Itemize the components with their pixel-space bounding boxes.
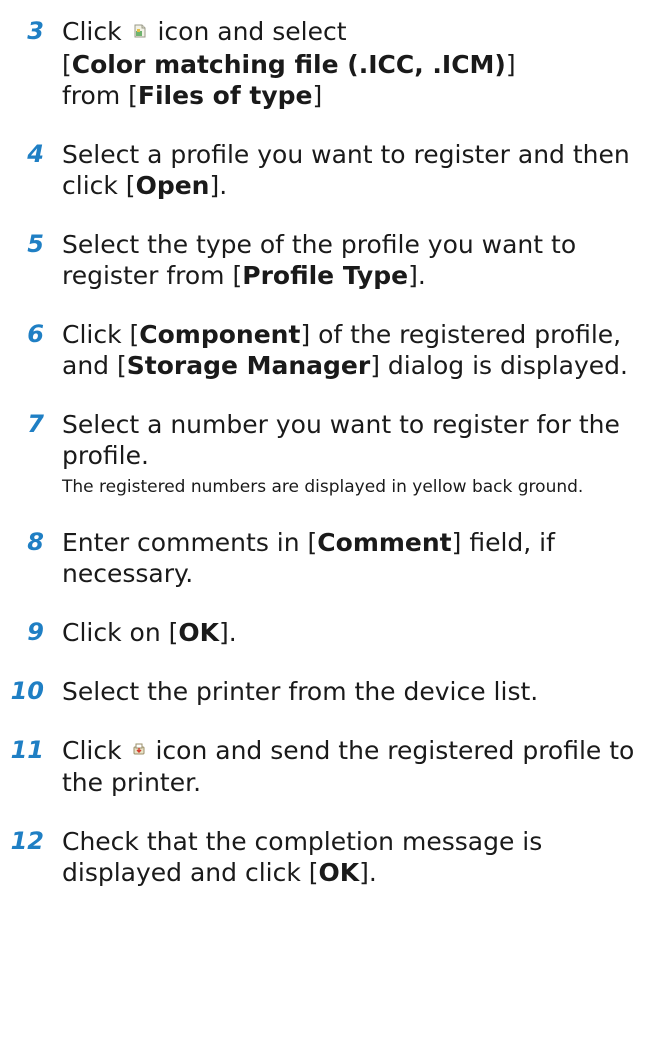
step-number: 7	[27, 409, 44, 438]
step-text: Select a profile you want to register an…	[62, 139, 630, 200]
send-to-printer-icon	[132, 733, 146, 764]
instruction-steps: 3 Click icon and select [Color matching f…	[0, 16, 672, 916]
step-11: 11 Click icon and send the registered pr…	[0, 735, 672, 799]
step-text: Click on [OK].	[62, 617, 237, 647]
step-text: Enter comments in [Comment] field, if ne…	[62, 527, 555, 588]
step-text: Click icon and send the registered profi…	[62, 735, 664, 799]
step-text: Check that the completion message is dis…	[62, 827, 543, 887]
step-number: 4	[27, 139, 44, 168]
step-3: 3 Click icon and select [Color matching f…	[0, 16, 672, 111]
step-4: 4 Select a profile you want to register …	[0, 139, 672, 201]
step-6: 6 Click [Component] of the registered pr…	[0, 319, 672, 381]
step-text: Select a number you want to register for…	[62, 409, 620, 470]
step-12: 12 Check that the completion message is …	[0, 826, 672, 888]
step-text: Click [Component] of the registered prof…	[62, 319, 628, 380]
step-number: 6	[27, 319, 44, 348]
step-number: 11	[10, 735, 44, 764]
open-file-icon	[132, 15, 148, 46]
step-text: Select the printer from the device list.	[62, 676, 539, 706]
step-5: 5 Select the type of the profile you wan…	[0, 229, 672, 291]
step-text: Click icon and select [Color matching fil…	[62, 16, 664, 111]
step-7: 7 Select a number you want to register f…	[0, 409, 672, 499]
step-note: The registered numbers are displayed in …	[62, 476, 584, 497]
step-number: 8	[27, 527, 44, 556]
step-number: 12	[10, 827, 44, 855]
step-8: 8 Enter comments in [Comment] field, if …	[0, 527, 672, 589]
step-text: Select the type of the profile you want …	[62, 229, 577, 290]
step-number: 10	[10, 676, 44, 705]
step-9: 9 Click on [OK].	[0, 617, 672, 648]
step-number: 5	[27, 229, 44, 258]
step-number: 3	[27, 17, 44, 45]
step-number: 9	[27, 617, 44, 646]
step-10: 10 Select the printer from the device li…	[0, 676, 672, 707]
